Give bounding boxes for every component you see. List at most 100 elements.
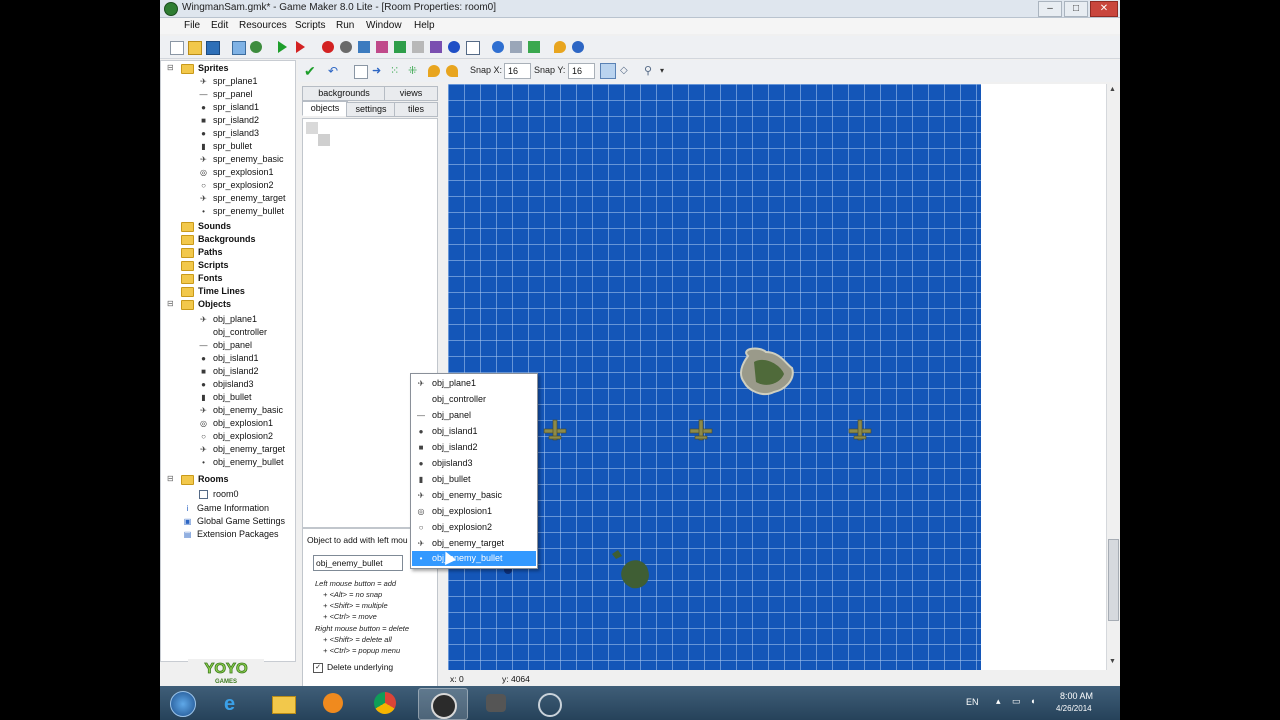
undo-icon[interactable]: ↶ [328, 65, 340, 77]
tree-item[interactable]: ● objisland3 [199, 379, 253, 389]
menu-item-obj-controller[interactable]: obj_controller [412, 392, 536, 407]
menu-item-objisland3[interactable]: ● objisland3 [412, 456, 536, 471]
tree-item[interactable]: ✈ spr_enemy_target [199, 193, 285, 203]
scrollbar-thumb[interactable] [1108, 539, 1119, 621]
menu-item-obj-explosion1[interactable]: ◎ obj_explosion1 [412, 504, 536, 519]
menu-edit[interactable]: Edit [211, 20, 228, 31]
tree-item[interactable]: — spr_panel [199, 89, 253, 99]
snap-y-input[interactable]: 16 [568, 63, 595, 79]
delete-underlying-checkbox[interactable]: ✓ Delete underlying [313, 662, 393, 673]
menu-item-obj-enemy-bullet[interactable]: • obj_enemy_bullet [412, 551, 536, 566]
tree-backgrounds[interactable]: Backgrounds [181, 234, 256, 245]
save-icon[interactable] [206, 41, 220, 55]
tree-item[interactable]: ● obj_island1 [199, 353, 258, 363]
tree-item[interactable]: ✈ obj_enemy_basic [199, 405, 283, 415]
tab-tiles[interactable]: tiles [394, 102, 438, 117]
taskbar-app2[interactable] [472, 688, 520, 718]
taskbar-explorer[interactable] [264, 688, 304, 718]
tree-item[interactable]: ○ obj_explosion2 [199, 431, 273, 441]
menu-scripts[interactable]: Scripts [295, 20, 326, 31]
object-select[interactable]: obj_enemy_bullet [313, 555, 403, 571]
grid-toggle-icon[interactable] [600, 63, 616, 79]
taskbar-app3[interactable] [526, 688, 570, 718]
start-button[interactable] [162, 688, 202, 718]
tab-views[interactable]: views [384, 86, 438, 101]
tree-item[interactable]: ● spr_island1 [199, 102, 259, 112]
tree-global-game-settings[interactable]: ▣ Global Game Settings [183, 516, 285, 526]
timeline-icon[interactable] [430, 41, 442, 53]
tree-item[interactable]: ✈ spr_enemy_basic [199, 154, 283, 164]
clear-icon[interactable] [354, 65, 368, 79]
menu-help[interactable]: Help [414, 20, 435, 31]
tree-paths[interactable]: Paths [181, 247, 223, 258]
expander-icon[interactable]: ⊟ [167, 299, 174, 308]
tree-timelines[interactable]: Time Lines [181, 286, 245, 297]
tree-sounds[interactable]: Sounds [181, 221, 231, 232]
menu-window[interactable]: Window [366, 20, 402, 31]
tree-item[interactable]: ◎ spr_explosion1 [199, 167, 274, 177]
zoom-icon[interactable]: ⚲ [644, 65, 656, 77]
scroll-down-icon[interactable]: ▼ [1109, 658, 1116, 665]
expander-icon[interactable]: ⊟ [167, 474, 174, 483]
font-icon[interactable] [412, 41, 424, 53]
menu-item-obj-explosion2[interactable]: ○ obj_explosion2 [412, 520, 536, 535]
tree-item-room0[interactable]: room0 [199, 489, 239, 500]
taskbar-media-player[interactable] [314, 688, 354, 718]
advanced2-icon[interactable] [446, 65, 458, 77]
tree-rooms[interactable]: Rooms [181, 474, 229, 485]
tree-item[interactable]: ■ obj_island2 [199, 366, 258, 376]
new-icon[interactable] [170, 41, 184, 55]
tree-item[interactable]: obj_controller [199, 327, 267, 337]
tree-item[interactable]: ▮ obj_bullet [199, 392, 251, 402]
room-icon[interactable] [466, 41, 480, 55]
tree-objects[interactable]: Objects [181, 299, 231, 310]
clock-date[interactable]: 4/26/2014 [1056, 704, 1092, 713]
vertical-scrollbar[interactable]: ▲ ▼ [1106, 84, 1119, 670]
run-icon[interactable] [278, 41, 287, 53]
close-button[interactable]: ✕ [1090, 1, 1118, 17]
tree-item[interactable]: — obj_panel [199, 340, 253, 350]
tree-item[interactable]: • obj_enemy_bullet [199, 457, 283, 467]
object-icon[interactable] [448, 41, 460, 53]
advanced-icon[interactable] [428, 65, 440, 77]
menu-run[interactable]: Run [336, 20, 354, 31]
menu-item-obj-enemy-basic[interactable]: ✈ obj_enemy_basic [412, 488, 536, 503]
tree-item[interactable]: ▮ spr_bullet [199, 141, 252, 151]
advanced-mode-icon[interactable] [554, 41, 566, 53]
menu-item-obj-panel[interactable]: — obj_panel [412, 408, 536, 423]
script-icon[interactable] [394, 41, 406, 53]
clock-time[interactable]: 8:00 AM [1060, 691, 1093, 701]
menu-item-obj-plane1[interactable]: ✈ obj_plane1 [412, 376, 536, 391]
expander-icon[interactable]: ⊟ [167, 63, 174, 72]
help-icon[interactable] [572, 41, 584, 53]
game-info-icon[interactable] [492, 41, 504, 53]
volume-icon[interactable]: ◖ [1030, 696, 1035, 706]
background-icon[interactable] [358, 41, 370, 53]
isometric-icon[interactable]: ◇ [620, 65, 632, 77]
tree-item[interactable]: ■ spr_island2 [199, 115, 259, 125]
menu-item-obj-enemy-target[interactable]: ✈ obj_enemy_target [412, 536, 536, 551]
tree-item[interactable]: ✈ spr_plane1 [199, 76, 257, 86]
tab-objects[interactable]: objects [302, 101, 348, 116]
sort-icon[interactable]: ⁙ [390, 65, 402, 77]
debug-icon[interactable] [296, 41, 305, 53]
extension-icon[interactable] [528, 41, 540, 53]
tree-sprites[interactable]: Sprites [181, 63, 229, 74]
menu-item-obj-island1[interactable]: ● obj_island1 [412, 424, 536, 439]
tree-item[interactable]: ● spr_island3 [199, 128, 259, 138]
scroll-up-icon[interactable]: ▲ [1109, 86, 1116, 93]
maximize-button[interactable]: □ [1064, 1, 1088, 17]
snap-x-input[interactable]: 16 [504, 63, 531, 79]
tab-backgrounds[interactable]: backgrounds [302, 86, 386, 101]
menu-resources[interactable]: Resources [239, 20, 287, 31]
menu-item-obj-island2[interactable]: ■ obj_island2 [412, 440, 536, 455]
tab-settings[interactable]: settings [346, 102, 396, 117]
tree-item[interactable]: ✈ obj_plane1 [199, 314, 257, 324]
tree-fonts[interactable]: Fonts [181, 273, 223, 284]
taskbar-chrome[interactable] [366, 688, 406, 718]
language-indicator[interactable]: EN [966, 697, 979, 707]
network-icon[interactable]: ▭ [1012, 696, 1021, 707]
ok-check-icon[interactable]: ✔ [304, 64, 316, 78]
menu-file[interactable]: File [184, 20, 200, 31]
tree-item[interactable]: ✈ obj_enemy_target [199, 444, 285, 454]
